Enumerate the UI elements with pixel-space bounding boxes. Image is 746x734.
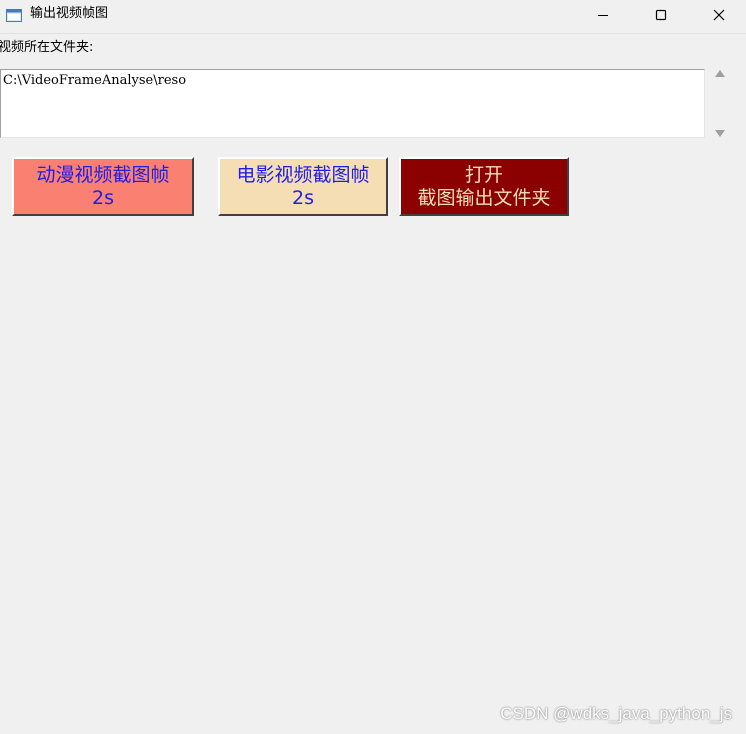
- open-output-label-line1: 打开: [464, 163, 503, 186]
- folder-path-text: C:\VideoFrameAnalyse\reso: [3, 73, 187, 88]
- movie-capture-interval: 2s: [292, 186, 314, 209]
- close-button[interactable]: [690, 0, 746, 30]
- open-output-label-line2: 截图输出文件夹: [417, 186, 551, 209]
- folder-path-textarea[interactable]: C:\VideoFrameAnalyse\reso: [0, 69, 705, 138]
- open-output-folder-button[interactable]: 打开 截图输出文件夹: [399, 157, 569, 216]
- minimize-icon: [598, 15, 608, 16]
- title-bar: 输出视频帧图: [0, 0, 746, 34]
- folder-label: 视频所在文件夹:: [0, 40, 94, 55]
- textarea-scrollbar[interactable]: [711, 66, 731, 142]
- movie-capture-label: 电影视频截图帧: [236, 163, 370, 186]
- window-title: 输出视频帧图: [30, 6, 109, 21]
- maximize-button[interactable]: [632, 0, 690, 30]
- watermark: CSDN @wdks_java_python_js: [500, 704, 732, 723]
- close-icon: [713, 9, 725, 21]
- anime-capture-interval: 2s: [92, 186, 114, 209]
- anime-capture-label: 动漫视频截图帧: [36, 163, 170, 186]
- scroll-up-arrow-icon[interactable]: [715, 70, 725, 77]
- maximize-icon: [655, 9, 667, 21]
- scroll-down-arrow-icon[interactable]: [715, 130, 725, 137]
- movie-capture-button[interactable]: 电影视频截图帧 2s: [218, 157, 388, 216]
- anime-capture-button[interactable]: 动漫视频截图帧 2s: [12, 157, 194, 216]
- minimize-button[interactable]: [574, 0, 632, 30]
- window-app-icon: [6, 9, 22, 22]
